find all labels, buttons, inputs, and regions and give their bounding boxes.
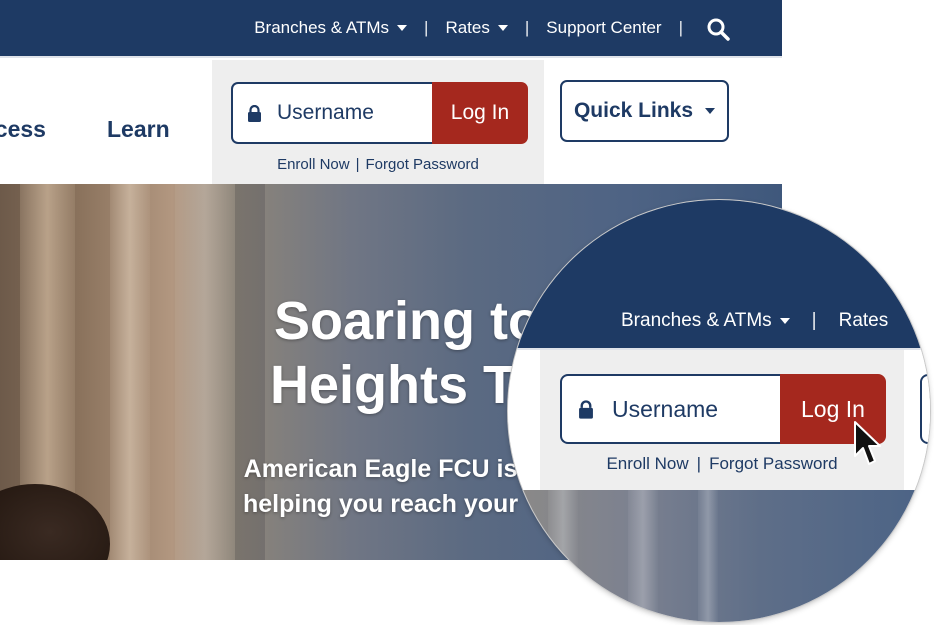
link-separator: | <box>355 156 360 173</box>
zoom-rates-link[interactable]: Rates <box>839 310 889 332</box>
zoom-forgot-password-link[interactable]: Forgot Password <box>709 454 838 473</box>
nav-item-access[interactable]: ccess <box>0 116 46 143</box>
zoom-branches-atms-link[interactable]: Branches & ATMs <box>621 310 790 332</box>
hero-background-image <box>110 184 150 560</box>
hero-photo-person <box>0 484 110 560</box>
search-icon[interactable] <box>706 17 730 41</box>
zoom-main-navigation: Log In Enroll Now | Forgot Password <box>508 348 930 492</box>
support-center-label: Support Center <box>546 18 662 37</box>
login-form: Log In <box>231 82 528 144</box>
nav-separator: | <box>424 18 429 37</box>
login-panel: Log In Enroll Now | Forgot Password <box>212 60 544 186</box>
username-field-wrapper[interactable] <box>231 82 432 144</box>
lock-icon <box>248 104 261 122</box>
zoom-username-input[interactable] <box>612 395 772 423</box>
hero-subtitle-line: helping you reach your <box>243 490 519 518</box>
chevron-down-icon <box>779 318 790 324</box>
hero-subtitle: American Eagle FCU is helping you reach … <box>243 452 518 522</box>
zoom-enroll-now-link[interactable]: Enroll Now <box>606 454 688 473</box>
enroll-now-link[interactable]: Enroll Now <box>277 156 350 173</box>
rates-label: Rates <box>445 18 490 37</box>
nav-separator: | <box>811 310 817 331</box>
support-center-link[interactable]: Support Center <box>546 18 661 38</box>
magnifier-callout: Branches & ATMs | Rates Log In Enroll No… <box>508 200 930 622</box>
nav-separator: | <box>678 18 683 37</box>
quick-links-button[interactable]: Quick Links <box>560 80 729 142</box>
zoom-top-utility-bar: Branches & ATMs | Rates <box>508 200 930 348</box>
zoom-hero-banner <box>508 490 930 622</box>
chevron-down-icon <box>497 25 508 31</box>
hero-subtitle-line: American Eagle FCU is <box>243 455 518 483</box>
nav-item-learn[interactable]: Learn <box>107 116 170 143</box>
main-navigation: ccess Learn Log In Enroll Now | Forgot Pas… <box>0 56 782 186</box>
hero-title: Soaring to Heights To <box>270 289 545 417</box>
hero-title-line: Soaring to <box>273 291 541 351</box>
zoom-login-form: Log In <box>560 374 886 444</box>
nav-separator: | <box>524 18 530 37</box>
mouse-pointer-icon <box>854 421 881 465</box>
branches-atms-label: Branches & ATMs <box>254 18 390 37</box>
lock-icon <box>579 399 593 419</box>
login-button[interactable]: Log In <box>432 82 528 144</box>
hero-background-image <box>628 490 658 622</box>
forgot-password-link[interactable]: Forgot Password <box>366 156 479 173</box>
hero-background-image <box>548 490 578 622</box>
hero-background-image <box>175 184 235 560</box>
chevron-down-icon <box>397 25 408 31</box>
zoom-branches-atms-label: Branches & ATMs <box>621 310 772 331</box>
branches-atms-link[interactable]: Branches & ATMs <box>254 18 408 38</box>
zoom-utility-nav: Branches & ATMs | Rates <box>621 310 888 332</box>
chevron-down-icon <box>705 108 716 114</box>
login-help-links: Enroll Now | Forgot Password <box>212 156 544 173</box>
quick-links-label: Quick Links <box>573 99 694 122</box>
hero-title-line: Heights To <box>270 355 545 415</box>
zoom-username-field-wrapper[interactable] <box>560 374 780 444</box>
utility-nav: Branches & ATMs | Rates | Support Center… <box>254 0 730 56</box>
zoom-quick-links-button-edge[interactable] <box>920 374 930 444</box>
rates-link[interactable]: Rates <box>445 18 508 38</box>
hero-background-image <box>698 490 718 622</box>
link-separator: | <box>696 454 702 473</box>
username-input[interactable] <box>277 101 417 125</box>
zoom-login-panel: Log In Enroll Now | Forgot Password <box>540 350 904 492</box>
zoom-login-help-links: Enroll Now | Forgot Password <box>540 454 904 474</box>
top-utility-bar: Branches & ATMs | Rates | Support Center… <box>0 0 782 56</box>
